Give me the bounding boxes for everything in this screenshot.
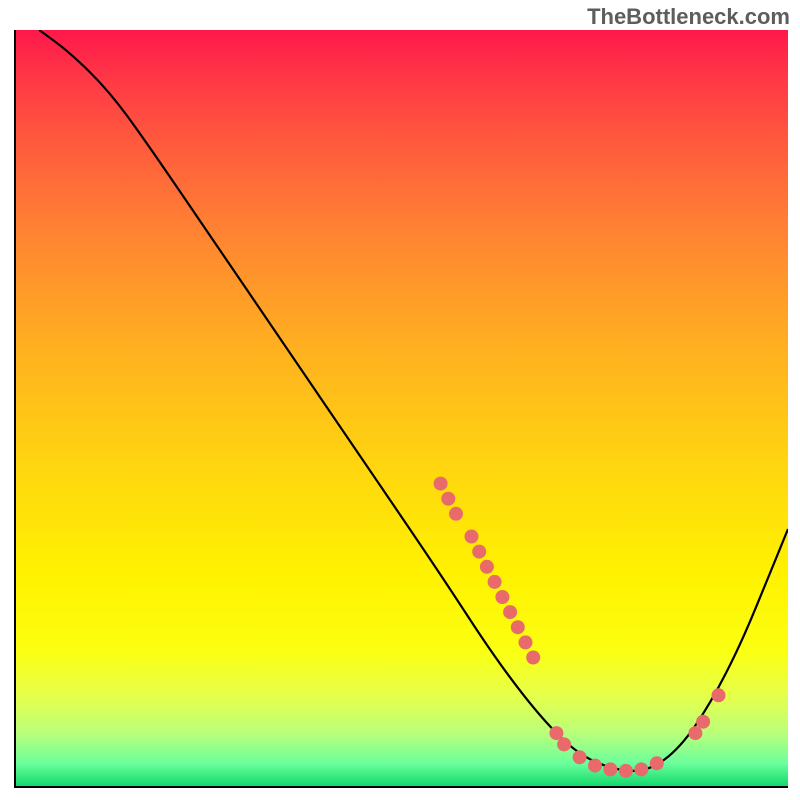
- plot-area: [14, 30, 788, 788]
- chart-container: TheBottleneck.com: [0, 0, 800, 800]
- heat-gradient-background: [16, 30, 788, 786]
- watermark-text: TheBottleneck.com: [587, 4, 790, 30]
